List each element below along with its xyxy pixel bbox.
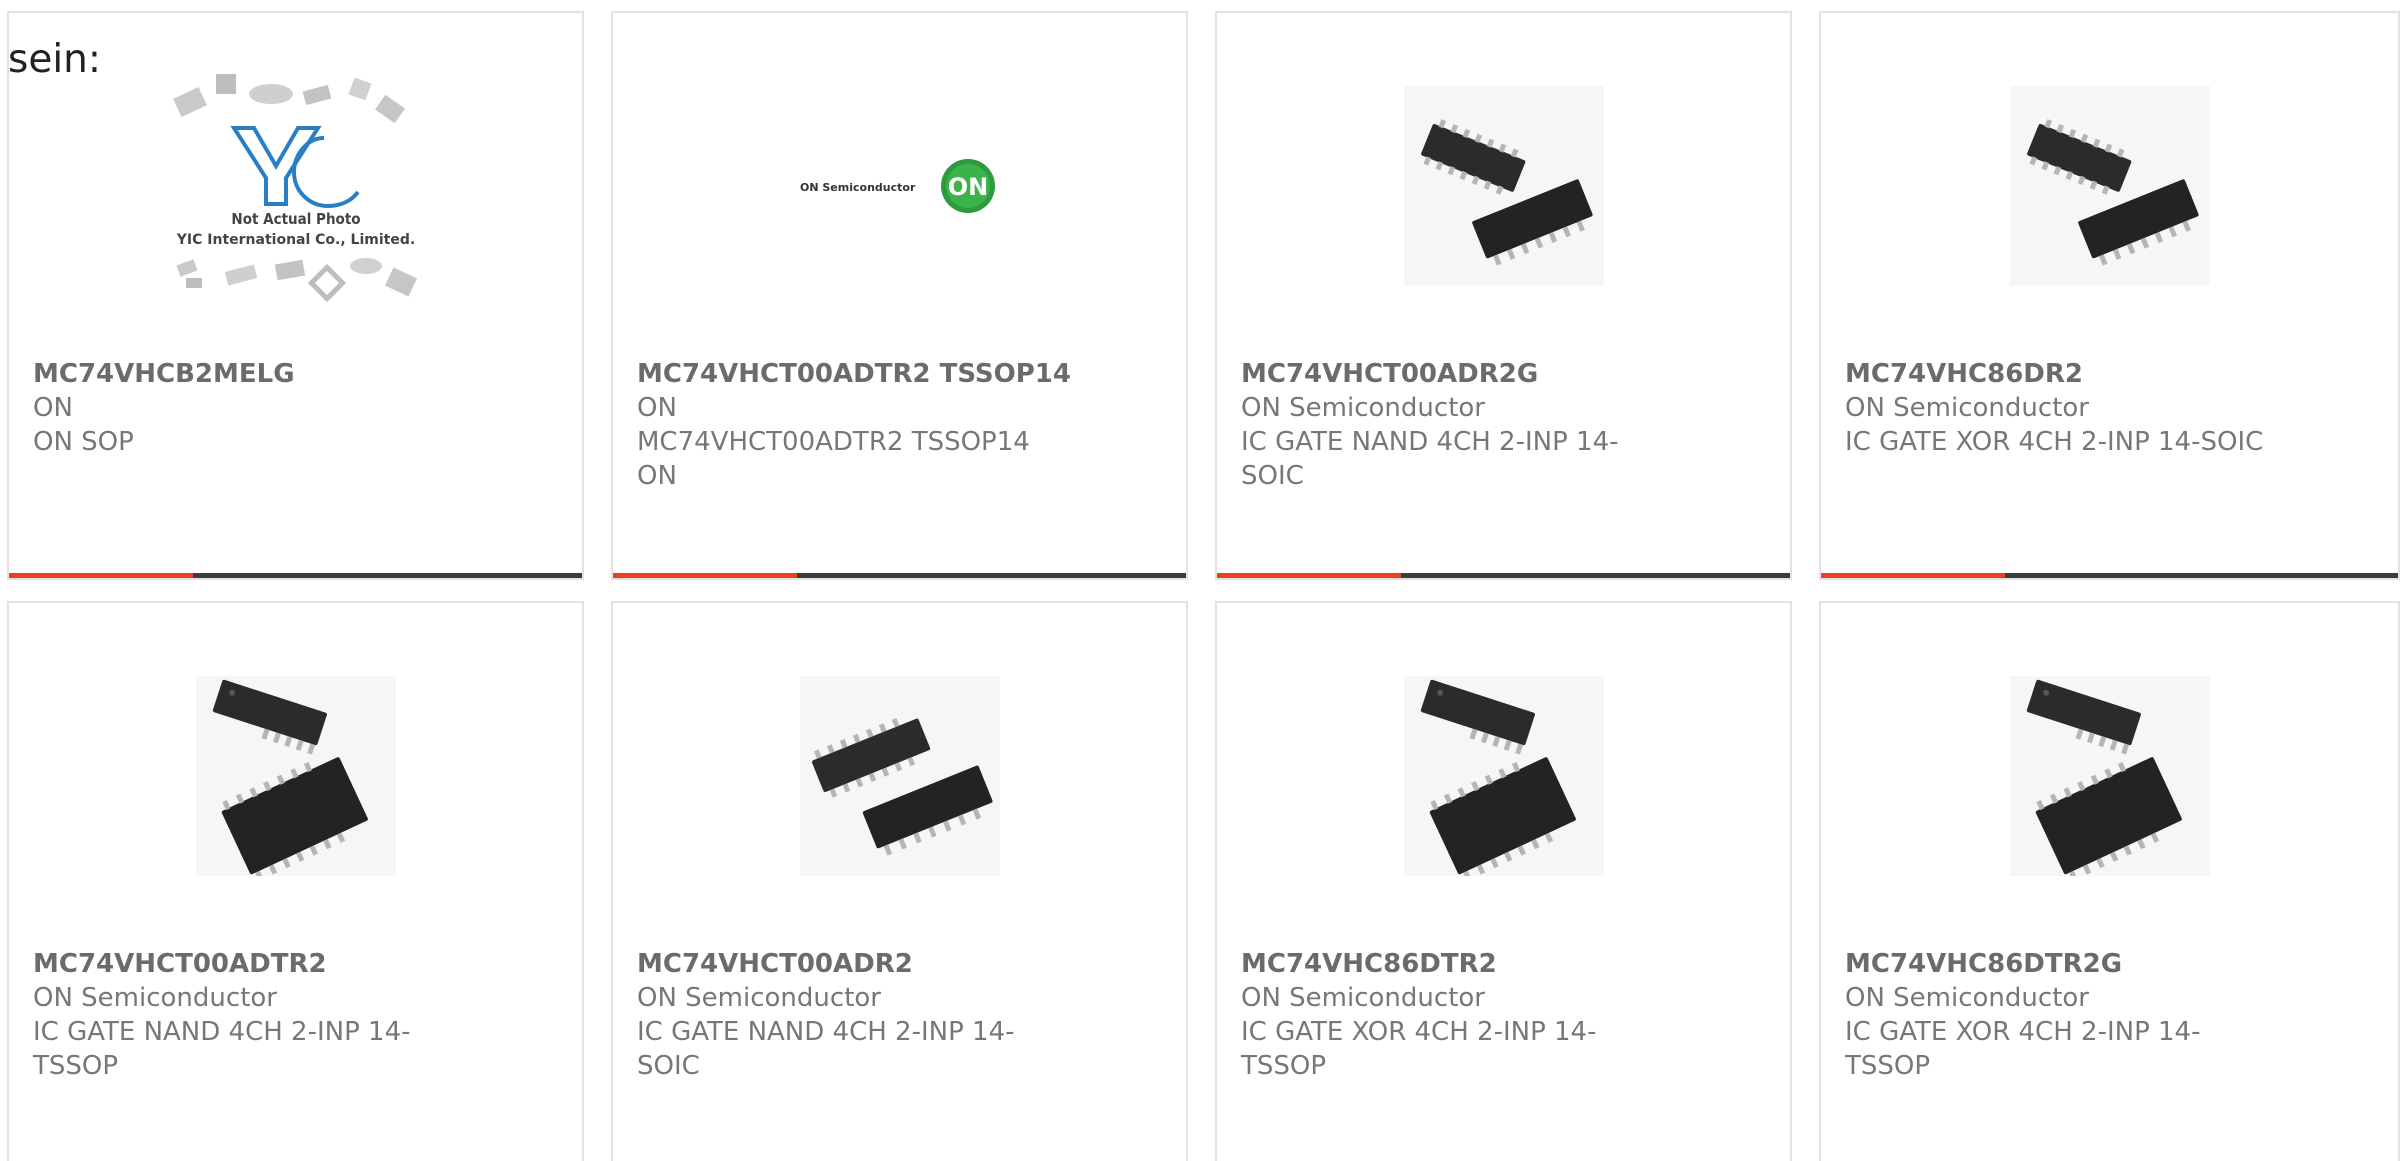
product-info: MC74VHC86DTR2 ON Semiconductor IC GATE X… (1241, 947, 1681, 1083)
manufacturer: ON Semiconductor (1241, 983, 1485, 1013)
placeholder-photo-icon: Not Actual Photo YIC International Co., … (172, 73, 417, 302)
product-card[interactable]: MC74VHC86DTR2G ON Semiconductor IC GATE … (1819, 601, 2400, 1161)
part-number[interactable]: MC74VHC86DTR2G (1845, 947, 2285, 981)
product-image[interactable]: ON Semiconductor ON (613, 73, 1186, 298)
product-card[interactable]: Not Actual Photo YIC International Co., … (7, 11, 584, 580)
manufacturer: ON Semiconductor (1845, 393, 2089, 423)
soic-chip-icon (2009, 85, 2210, 286)
soic-chip-icon (799, 675, 1000, 876)
description: IC GATE NAND 4CH 2-INP 14- (637, 1017, 1015, 1047)
tssop-chip-icon (2009, 675, 2210, 876)
description: MC74VHCT00ADTR2 TSSOP14 (637, 427, 1030, 457)
product-grid: Not Actual Photo YIC International Co., … (7, 11, 2400, 1161)
product-image[interactable] (1217, 73, 1790, 298)
product-image[interactable] (1217, 663, 1790, 888)
part-number[interactable]: MC74VHCT00ADTR2 TSSOP14 (637, 357, 1077, 391)
description-extra: TSSOP (33, 1051, 119, 1081)
description-extra: SOIC (1241, 461, 1304, 491)
manufacturer-logo-badge: ON (947, 173, 988, 201)
description: IC GATE NAND 4CH 2-INP 14- (33, 1017, 411, 1047)
card-bar-accent (1821, 573, 2005, 578)
tssop-chip-icon (1403, 675, 1604, 876)
part-number[interactable]: MC74VHCT00ADTR2 (33, 947, 473, 981)
product-image[interactable] (613, 663, 1186, 888)
product-card[interactable]: MC74VHC86DTR2 ON Semiconductor IC GATE X… (1215, 601, 1792, 1161)
description: IC GATE XOR 4CH 2-INP 14-SOIC (1845, 427, 2264, 457)
description-extra: SOIC (637, 1051, 700, 1081)
product-image[interactable]: Not Actual Photo YIC International Co., … (9, 73, 582, 302)
part-number[interactable]: MC74VHC86DTR2 (1241, 947, 1681, 981)
card-bar (1217, 573, 1790, 578)
placeholder-caption-line2: YIC International Co., Limited. (175, 232, 414, 248)
intro-text: sein: (8, 37, 102, 82)
card-bar-accent (613, 573, 797, 578)
manufacturer-logo-label: ON Semiconductor (800, 181, 916, 194)
manufacturer: ON Semiconductor (1845, 983, 2089, 1013)
product-info: MC74VHC86DTR2G ON Semiconductor IC GATE … (1845, 947, 2285, 1083)
card-bar (613, 573, 1186, 578)
product-info: MC74VHCT00ADTR2 ON Semiconductor IC GATE… (33, 947, 473, 1083)
tssop-chip-icon (195, 675, 396, 876)
placeholder-caption-line1: Not Actual Photo (231, 210, 360, 228)
manufacturer: ON Semiconductor (637, 983, 881, 1013)
product-card[interactable]: MC74VHC86DR2 ON Semiconductor IC GATE XO… (1819, 11, 2400, 580)
card-bar-accent (9, 573, 193, 578)
product-image[interactable] (9, 663, 582, 888)
product-image[interactable] (1821, 73, 2398, 298)
product-card[interactable]: MC74VHCT00ADR2G ON Semiconductor IC GATE… (1215, 11, 1792, 580)
product-card[interactable]: MC74VHCT00ADTR2 ON Semiconductor IC GATE… (7, 601, 584, 1161)
product-card[interactable]: MC74VHCT00ADR2 ON Semiconductor IC GATE … (611, 601, 1188, 1161)
manufacturer: ON (637, 393, 677, 423)
manufacturer: ON Semiconductor (1241, 393, 1485, 423)
description: IC GATE XOR 4CH 2-INP 14- (1845, 1017, 2201, 1047)
page: sein: Not Actual Photo YIC International… (0, 0, 2400, 1161)
product-info: MC74VHCT00ADR2G ON Semiconductor IC GATE… (1241, 357, 1681, 493)
description: IC GATE XOR 4CH 2-INP 14- (1241, 1017, 1597, 1047)
manufacturer-logo-icon: ON Semiconductor ON (800, 158, 995, 213)
product-info: MC74VHC86DR2 ON Semiconductor IC GATE XO… (1845, 357, 2285, 459)
description: ON SOP (33, 427, 134, 457)
manufacturer: ON Semiconductor (33, 983, 277, 1013)
description-extra: TSSOP (1845, 1051, 1931, 1081)
manufacturer: ON (33, 393, 73, 423)
product-info: MC74VHCT00ADR2 ON Semiconductor IC GATE … (637, 947, 1077, 1083)
part-number[interactable]: MC74VHCT00ADR2 (637, 947, 1077, 981)
product-card[interactable]: ON Semiconductor ON MC74VHCT00ADTR2 TSSO… (611, 11, 1188, 580)
description-extra: ON (637, 461, 677, 491)
part-number[interactable]: MC74VHCB2MELG (33, 357, 473, 391)
part-number[interactable]: MC74VHCT00ADR2G (1241, 357, 1681, 391)
card-bar (1821, 573, 2398, 578)
card-bar (9, 573, 582, 578)
part-number[interactable]: MC74VHC86DR2 (1845, 357, 2285, 391)
description-extra: TSSOP (1241, 1051, 1327, 1081)
card-bar-accent (1217, 573, 1401, 578)
product-info: MC74VHCB2MELG ON ON SOP (33, 357, 473, 459)
soic-chip-icon (1403, 85, 1604, 286)
product-info: MC74VHCT00ADTR2 TSSOP14 ON MC74VHCT00ADT… (637, 357, 1077, 493)
product-image[interactable] (1821, 663, 2398, 888)
description: IC GATE NAND 4CH 2-INP 14- (1241, 427, 1619, 457)
